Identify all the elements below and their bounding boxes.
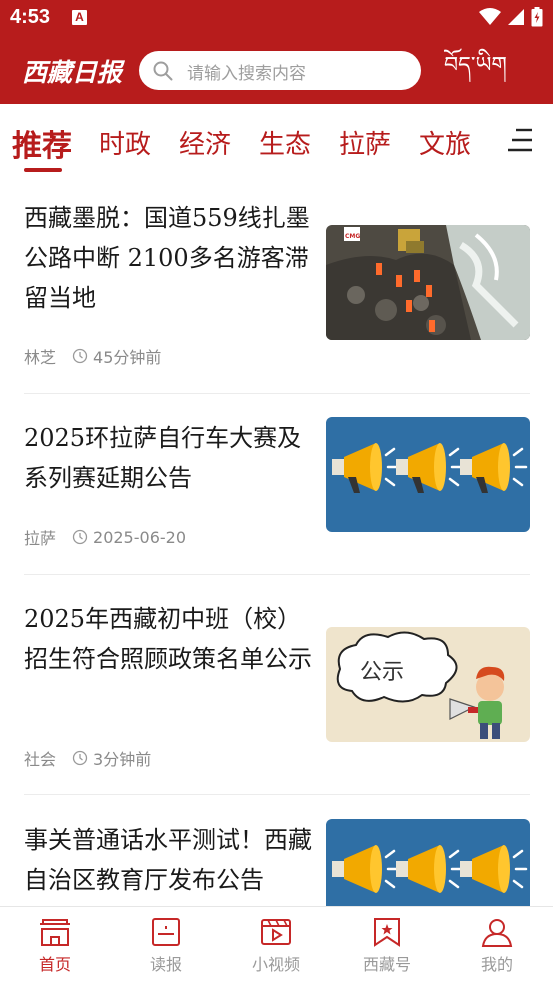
status-bar: 4:53 A [0,0,553,36]
news-time: 45分钟前 [93,348,162,367]
signal-icon [508,9,524,25]
bookmark-icon [374,918,400,947]
news-title: 西藏墨脱：国道559线扎墨公路中断 2100多名游客滞留当地 [24,204,310,312]
news-item[interactable]: 2025年西藏初中班（校）招生符合照顾政策名单公示 社会 3分钟前 公示 [24,599,530,779]
category-tabs: 推荐 时政 经济 生态 拉萨 文旅 [0,104,553,176]
svg-text:CMG: CMG [345,233,360,240]
news-meta: 社会 3分钟前 [24,746,151,770]
news-source: 林芝 [24,348,57,367]
clock-icon [72,750,88,766]
tab-recommend[interactable]: 推荐 [12,121,72,165]
search-icon [153,61,173,81]
clock-icon [72,529,88,545]
bottom-navigation: 首页 读报 小视频 西藏号 我的 [0,906,553,984]
app-header: 西藏日报 请输入搜索内容 བོད་ཡིག [0,36,553,104]
nav-home[interactable]: 首页 [0,917,110,975]
nav-newspaper[interactable]: 读报 [111,917,221,975]
active-tab-indicator [24,168,62,172]
news-time: 2025-06-20 [93,527,186,547]
news-meta: 拉萨 2025-06-20 [24,525,186,549]
news-title: 事关普通话水平测试！西藏自治区教育厅发布公告 [24,826,312,894]
video-icon [261,919,291,945]
news-title: 2025环拉萨自行车大赛及系列赛延期公告 [24,424,302,492]
tab-culture-tourism[interactable]: 文旅 [419,124,471,161]
home-icon [40,919,70,946]
search-bar[interactable]: 请输入搜索内容 [139,51,421,90]
channel-menu-icon[interactable] [508,128,534,152]
status-time: 4:53 [10,6,51,28]
news-meta: 林芝 45分钟前 [24,344,161,368]
notification-badge: A [72,10,87,25]
battery-icon [531,7,543,27]
news-time: 3分钟前 [93,750,152,769]
nav-home-label: 首页 [38,955,71,974]
wifi-icon [479,8,501,25]
newspaper-icon [152,918,180,946]
tab-lhasa[interactable]: 拉萨 [339,124,391,161]
svg-text:西藏日报: 西藏日报 [22,58,126,87]
divider [24,794,530,795]
landslide-photo-thumbnail: CMG [326,225,530,340]
nav-xizang-account-label: 西藏号 [362,955,411,974]
news-item[interactable]: 事关普通话水平测试！西藏自治区教育厅发布公告 [24,819,530,934]
tibetan-language-switch[interactable]: བོད་ཡིག [444,48,524,82]
nav-profile[interactable]: 我的 [442,917,552,975]
announcement-illustration-thumbnail: 公示 [326,627,530,742]
status-icons [479,7,543,27]
xizang-daily-logo[interactable]: 西藏日报 [22,50,126,90]
news-title: 2025年西藏初中班（校）招生符合照顾政策名单公示 [24,605,312,673]
tab-ecology[interactable]: 生态 [259,124,311,161]
svg-text:བོད་ཡིག: བོད་ཡིག [444,48,507,82]
user-icon [481,919,513,947]
news-source: 社会 [24,750,57,769]
tab-politics[interactable]: 时政 [99,124,151,161]
news-item[interactable]: 2025环拉萨自行车大赛及系列赛延期公告 拉萨 2025-06-20 [24,417,530,558]
news-item[interactable]: 西藏墨脱：国道559线扎墨公路中断 2100多名游客滞留当地 林芝 45分钟前 … [24,198,530,373]
news-source: 拉萨 [24,529,57,548]
nav-xizang-account[interactable]: 西藏号 [332,917,442,975]
nav-profile-label: 我的 [480,955,513,974]
nav-short-video[interactable]: 小视频 [221,917,331,975]
svg-text:公示: 公示 [360,660,404,685]
nav-newspaper-label: 读报 [149,955,182,974]
clock-icon [72,348,88,364]
tab-economy[interactable]: 经济 [179,124,231,161]
search-placeholder: 请输入搜索内容 [187,64,306,84]
megaphone-illustration-thumbnail [326,417,530,532]
divider [24,393,530,394]
nav-short-video-label: 小视频 [251,955,300,974]
divider [24,574,530,575]
